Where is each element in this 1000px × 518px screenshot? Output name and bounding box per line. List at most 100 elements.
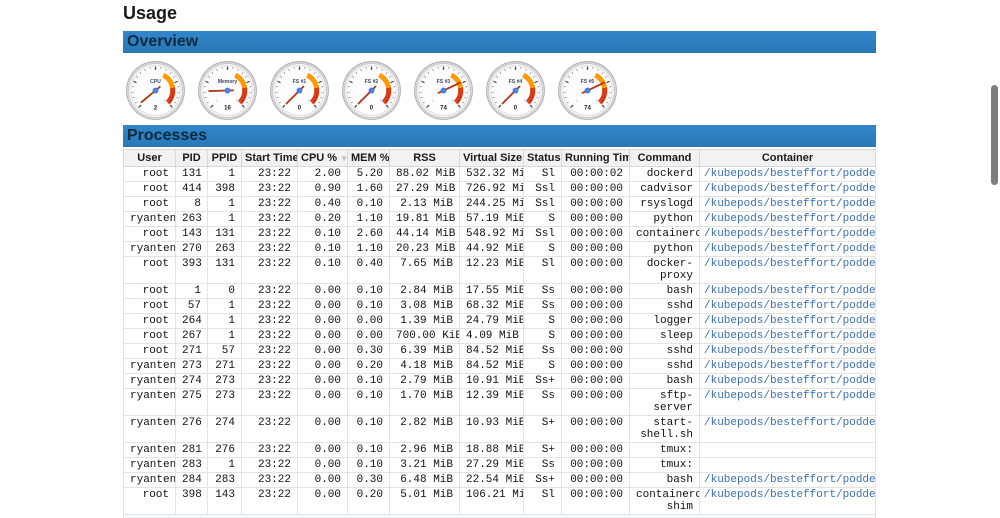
ppid-cell: 1 bbox=[208, 329, 242, 344]
gauge-dial: FS #4 0 100 0 bbox=[484, 58, 547, 121]
container-link[interactable]: /kubepods/besteffort/podded bbox=[704, 474, 876, 486]
rss-cell: 20.23 MiB bbox=[390, 242, 460, 257]
status-cell: S+ bbox=[524, 416, 562, 443]
column-header-virtual-size[interactable]: Virtual Size bbox=[460, 150, 524, 167]
cpu-cell: 0.00 bbox=[298, 374, 348, 389]
container-link[interactable]: /kubepods/besteffort/podded bbox=[704, 390, 876, 402]
scrollbar-thumb[interactable] bbox=[991, 85, 998, 185]
process-table-header: UserPIDPPIDStart TimeCPU %▼MEM %RSSVirtu… bbox=[124, 150, 876, 167]
start-cell: 23:22 bbox=[242, 197, 298, 212]
cpu-cell: 0.00 bbox=[298, 473, 348, 488]
command-cell: tmux: bbox=[630, 458, 700, 473]
user-cell: ryanten+ bbox=[124, 473, 176, 488]
overview-title: Overview bbox=[127, 33, 198, 50]
column-header-start-time[interactable]: Start Time bbox=[242, 150, 298, 167]
running-cell: 00:00:00 bbox=[562, 314, 630, 329]
rss-cell: 6.39 MiB bbox=[390, 344, 460, 359]
status-cell: Ss bbox=[524, 344, 562, 359]
container-link[interactable]: /kubepods/besteffort/podded bbox=[704, 213, 876, 225]
start-cell: 23:22 bbox=[242, 488, 298, 515]
svg-text:100: 100 bbox=[164, 98, 169, 102]
svg-text:74: 74 bbox=[440, 104, 447, 111]
vsize-cell: 27.29 MiB bbox=[460, 458, 524, 473]
page: Usage Overview CPU 0 100 2 Memory 0 100 … bbox=[0, 0, 1000, 518]
user-cell: root bbox=[124, 284, 176, 299]
pid-cell: 414 bbox=[176, 182, 208, 197]
vsize-cell: 57.19 MiB bbox=[460, 212, 524, 227]
ppid-cell: 398 bbox=[208, 182, 242, 197]
cpu-cell: 0.00 bbox=[298, 389, 348, 416]
running-cell: 00:00:00 bbox=[562, 329, 630, 344]
container-link[interactable]: /kubepods/besteffort/podded bbox=[704, 198, 876, 210]
cpu-cell: 2.00 bbox=[298, 167, 348, 182]
rss-cell: 7.65 MiB bbox=[390, 257, 460, 284]
container-cell: /kubepods/besteffort/podded bbox=[700, 416, 876, 443]
ppid-cell: 274 bbox=[208, 416, 242, 443]
status-cell: Ss+ bbox=[524, 473, 562, 488]
container-link[interactable]: /kubepods/besteffort/podded bbox=[704, 168, 876, 180]
container-cell bbox=[700, 458, 876, 473]
container-link[interactable]: /kubepods/besteffort/podded bbox=[704, 228, 876, 240]
container-link[interactable]: /kubepods/besteffort/podded bbox=[704, 360, 876, 372]
start-cell: 23:22 bbox=[242, 374, 298, 389]
cpu-cell: 0.00 bbox=[298, 314, 348, 329]
container-link[interactable]: /kubepods/besteffort/podded bbox=[704, 375, 876, 387]
table-row: root267123:220.000.00700.00 KiB4.09 MiBS… bbox=[124, 329, 876, 344]
start-cell: 23:22 bbox=[242, 257, 298, 284]
mem-cell: 0.30 bbox=[348, 473, 390, 488]
column-header-command[interactable]: Command bbox=[630, 150, 700, 167]
cpu-cell: 0.00 bbox=[298, 416, 348, 443]
command-cell: containerd bbox=[630, 227, 700, 242]
user-cell: ryanten+ bbox=[124, 389, 176, 416]
vsize-cell: 17.55 MiB bbox=[460, 284, 524, 299]
pid-cell: 275 bbox=[176, 389, 208, 416]
ppid-cell: 263 bbox=[208, 242, 242, 257]
container-cell: /kubepods/besteffort/podded bbox=[700, 359, 876, 374]
start-cell: 23:22 bbox=[242, 314, 298, 329]
column-header-status[interactable]: Status bbox=[524, 150, 562, 167]
container-link[interactable]: /kubepods/besteffort/podded bbox=[704, 315, 876, 327]
svg-text:FS #3: FS #3 bbox=[437, 79, 451, 85]
cpu-cell: 0.10 bbox=[298, 257, 348, 284]
process-table: UserPIDPPIDStart TimeCPU %▼MEM %RSSVirtu… bbox=[123, 149, 876, 515]
mem-cell: 0.20 bbox=[348, 488, 390, 515]
column-header-running-time[interactable]: Running Time bbox=[562, 150, 630, 167]
column-header-ppid[interactable]: PPID bbox=[208, 150, 242, 167]
column-header-mem[interactable]: MEM % bbox=[348, 150, 390, 167]
container-link[interactable]: /kubepods/besteffort/podded bbox=[704, 345, 876, 357]
table-row: root264123:220.000.001.39 MiB24.79 MiBS0… bbox=[124, 314, 876, 329]
pid-cell: 264 bbox=[176, 314, 208, 329]
container-cell: /kubepods/besteffort/podded bbox=[700, 299, 876, 314]
pid-cell: 276 bbox=[176, 416, 208, 443]
container-link[interactable]: /kubepods/besteffort/podded bbox=[704, 489, 876, 501]
container-cell: /kubepods/besteffort/podded bbox=[700, 212, 876, 227]
table-row: root57123:220.000.103.08 MiB68.32 MiBSs0… bbox=[124, 299, 876, 314]
table-row: root1023:220.000.102.84 MiB17.55 MiBSs00… bbox=[124, 284, 876, 299]
user-cell: root bbox=[124, 299, 176, 314]
container-link[interactable]: /kubepods/besteffort/podded bbox=[704, 300, 876, 312]
container-link[interactable]: /kubepods/besteffort/podded bbox=[704, 183, 876, 195]
ppid-cell: 0 bbox=[208, 284, 242, 299]
container-link[interactable]: /kubepods/besteffort/podded bbox=[704, 330, 876, 342]
column-header-container[interactable]: Container bbox=[700, 150, 876, 167]
column-header-rss[interactable]: RSS bbox=[390, 150, 460, 167]
container-link[interactable]: /kubepods/besteffort/podded bbox=[704, 243, 876, 255]
page-title: Usage bbox=[123, 0, 876, 24]
rss-cell: 44.14 MiB bbox=[390, 227, 460, 242]
command-cell: sleep bbox=[630, 329, 700, 344]
container-link[interactable]: /kubepods/besteffort/podded bbox=[704, 258, 876, 270]
container-link[interactable]: /kubepods/besteffort/podded bbox=[704, 417, 876, 429]
rss-cell: 6.48 MiB bbox=[390, 473, 460, 488]
gauge-fs-3: FS #3 0 100 74 bbox=[412, 58, 475, 121]
start-cell: 23:22 bbox=[242, 473, 298, 488]
pid-cell: 267 bbox=[176, 329, 208, 344]
container-cell: /kubepods/besteffort/podded bbox=[700, 227, 876, 242]
column-header-user[interactable]: User bbox=[124, 150, 176, 167]
column-header-pid[interactable]: PID bbox=[176, 150, 208, 167]
status-cell: S+ bbox=[524, 443, 562, 458]
container-cell: /kubepods/besteffort/podded bbox=[700, 473, 876, 488]
column-header-cpu[interactable]: CPU %▼ bbox=[298, 150, 348, 167]
container-cell: /kubepods/besteffort/podded bbox=[700, 284, 876, 299]
container-link[interactable]: /kubepods/besteffort/podded bbox=[704, 285, 876, 297]
vsize-cell: 22.54 MiB bbox=[460, 473, 524, 488]
